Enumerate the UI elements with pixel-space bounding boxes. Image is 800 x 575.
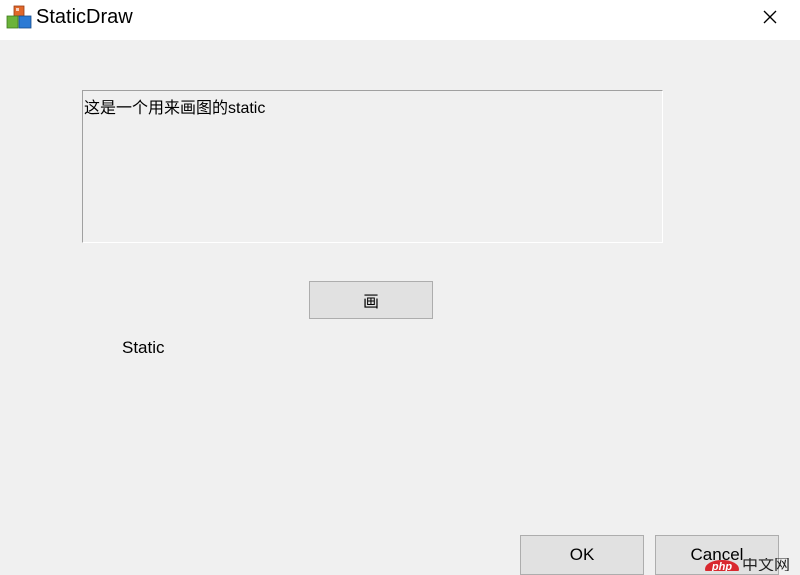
watermark: php 中文网	[705, 558, 800, 571]
ok-button[interactable]: OK	[520, 535, 644, 575]
watermark-text: 中文网	[742, 558, 791, 571]
window-title: StaticDraw	[36, 6, 133, 28]
close-button[interactable]	[740, 0, 800, 34]
static-label: Static	[122, 338, 165, 357]
static-box-text: 这是一个用来画图的static	[84, 100, 266, 117]
title-bar[interactable]: StaticDraw	[0, 0, 800, 40]
php-logo: php	[705, 560, 739, 571]
draw-button[interactable]: 画	[309, 281, 433, 319]
app-cube-icon	[5, 4, 33, 32]
drawing-static-box: 这是一个用来画图的static	[82, 90, 663, 243]
close-icon	[763, 10, 777, 24]
